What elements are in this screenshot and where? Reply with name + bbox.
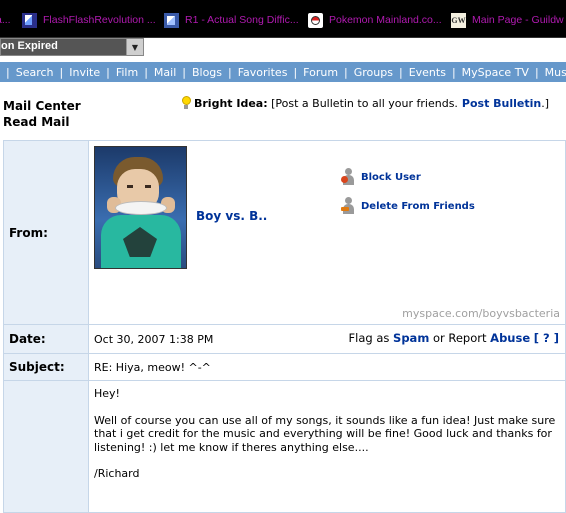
nav-separator: | — [534, 65, 539, 79]
browser-tab[interactable]: R1 - Actual Song Diffic... — [164, 11, 304, 29]
date-cell: Oct 30, 2007 1:38 PM Flag as Spam or Rep… — [88, 324, 566, 354]
mail-center-label: Mail Center — [3, 99, 81, 113]
nav-item-invite[interactable]: Invite — [69, 66, 100, 79]
subject-label: Subject: — [3, 353, 89, 381]
help-link[interactable]: [ ? ] — [534, 331, 559, 345]
date-value: Oct 30, 2007 1:38 PM — [94, 332, 214, 346]
nav-item-myspace-tv[interactable]: MySpace TV — [462, 66, 529, 79]
sender-name-link[interactable]: Boy vs. B.. — [196, 209, 267, 223]
nav-separator: | — [144, 65, 148, 79]
bright-idea-label: Bright Idea: — [194, 96, 268, 110]
ffr-icon — [22, 12, 37, 28]
bright-idea-banner: Bright Idea: [Post a Bulletin to all you… — [181, 96, 549, 110]
nav-item-groups[interactable]: Groups — [354, 66, 393, 79]
message-body: Hey! Well of course you can use all of m… — [88, 380, 566, 513]
tab-label: Main Page - Guildw — [472, 14, 564, 26]
spam-link[interactable]: Spam — [393, 331, 429, 345]
main-nav: | Search | Invite | Film | Mail | Blogs … — [0, 62, 566, 82]
browser-tab[interactable]: a... — [0, 11, 18, 29]
message-table: From: Boy vs. B.. Block User Delete From… — [3, 140, 566, 513]
nav-separator: | — [6, 65, 10, 79]
pokeball-icon — [308, 12, 323, 28]
session-select[interactable]: on Expired ▼ — [0, 38, 144, 56]
subject-row: Subject: RE: Hiya, meow! ^-^ — [3, 353, 566, 381]
body-greeting: Hey! — [94, 387, 120, 400]
browser-tab[interactable]: FlashFlashRevolution ... — [22, 11, 162, 29]
nav-item-music[interactable]: Music — [545, 66, 566, 79]
bright-idea-text: [Post a Bulletin to all your friends. — [271, 96, 458, 110]
nav-item-mail[interactable]: Mail — [154, 66, 176, 79]
nav-separator: | — [228, 65, 232, 79]
nav-item-blogs[interactable]: Blogs — [192, 66, 222, 79]
session-select-value: on Expired — [1, 40, 58, 52]
tab-label: a... — [0, 14, 11, 26]
body-row: Hey! Well of course you can use all of m… — [3, 380, 566, 513]
from-row: From: Boy vs. B.. Block User Delete From… — [3, 140, 566, 325]
block-user-button[interactable]: Block User — [341, 168, 421, 186]
nav-item-events[interactable]: Events — [409, 66, 446, 79]
browser-tab-bar: a... FlashFlashRevolution ... R1 - Actua… — [0, 0, 566, 38]
nav-separator: | — [451, 65, 456, 79]
from-cell: Boy vs. B.. Block User Delete From Frien… — [88, 140, 566, 325]
lightbulb-icon — [181, 96, 191, 110]
date-label: Date: — [3, 324, 89, 354]
post-bulletin-link[interactable]: Post Bulletin — [462, 97, 541, 110]
tab-label: R1 - Actual Song Diffic... — [185, 14, 299, 26]
browser-tab[interactable]: Pokemon Mainland.co... — [308, 11, 448, 29]
delete-friend-label: Delete From Friends — [361, 200, 475, 212]
nav-separator: | — [182, 65, 186, 79]
nav-separator: | — [344, 65, 348, 79]
delete-friend-button[interactable]: Delete From Friends — [341, 197, 475, 215]
nav-item-search[interactable]: Search — [16, 66, 54, 79]
nav-item-favorites[interactable]: Favorites — [238, 66, 288, 79]
date-row: Date: Oct 30, 2007 1:38 PM Flag as Spam … — [3, 324, 566, 354]
body-main: Well of course you can use all of my son… — [94, 413, 556, 454]
r1-icon — [164, 12, 179, 28]
bright-idea-end: .] — [541, 96, 550, 110]
nav-separator: | — [59, 65, 64, 79]
nav-item-forum[interactable]: Forum — [303, 66, 338, 79]
page-title: Mail Center Read Mail — [3, 98, 81, 130]
block-user-label: Block User — [361, 171, 421, 183]
flag-as-text: Flag as — [348, 331, 390, 345]
or-report-text: or Report — [432, 331, 487, 345]
nav-separator: | — [293, 65, 298, 79]
remove-friend-icon — [341, 197, 355, 215]
block-user-icon — [341, 168, 355, 186]
sender-avatar[interactable] — [94, 146, 187, 269]
subject-value: RE: Hiya, meow! ^-^ — [88, 353, 566, 381]
body-signature: /Richard — [94, 467, 140, 480]
tab-label: FlashFlashRevolution ... — [43, 14, 156, 26]
nav-separator: | — [106, 65, 110, 79]
read-mail-label: Read Mail — [3, 115, 70, 129]
tab-label: Pokemon Mainland.co... — [329, 14, 442, 26]
abuse-link[interactable]: Abuse — [490, 331, 530, 345]
from-label: From: — [3, 140, 89, 325]
flag-controls: Flag as Spam or Report Abuse [ ? ] — [349, 331, 559, 345]
body-label — [3, 380, 89, 513]
nav-item-film[interactable]: Film — [116, 66, 138, 79]
profile-url[interactable]: myspace.com/boyvsbacteria — [402, 307, 560, 320]
chevron-down-icon[interactable]: ▼ — [126, 39, 143, 55]
nav-separator: | — [398, 65, 403, 79]
gw-icon: GW — [451, 12, 466, 28]
browser-tab[interactable]: GW Main Page - Guildw — [451, 11, 566, 29]
